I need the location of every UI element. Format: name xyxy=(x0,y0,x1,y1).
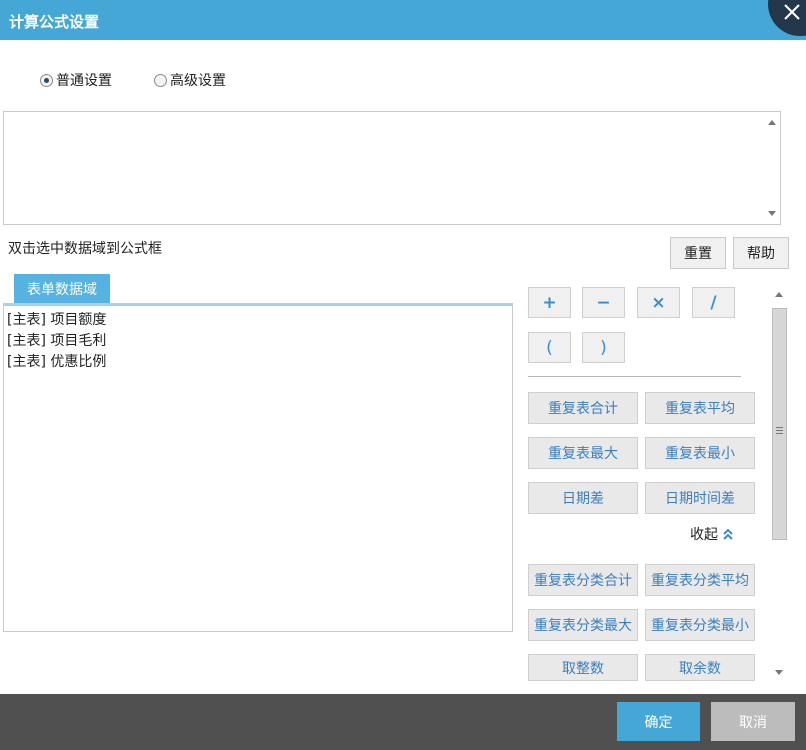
divider xyxy=(528,376,741,377)
dialog-title: 计算公式设置 xyxy=(9,13,100,31)
multiply-button[interactable]: × xyxy=(637,287,680,318)
fn-date-diff-button[interactable]: 日期差 xyxy=(528,482,638,514)
right-paren-button[interactable]: ) xyxy=(582,332,625,363)
mode-radio-group: 普通设置 高级设置 xyxy=(40,71,226,89)
radio-normal-label: 普通设置 xyxy=(56,73,112,89)
help-button[interactable]: 帮助 xyxy=(733,237,789,269)
fn-datetime-diff-button[interactable]: 日期时间差 xyxy=(645,482,755,514)
collapse-toggle[interactable]: 收起 xyxy=(690,524,734,544)
function-panel-scrollbar[interactable] xyxy=(769,288,789,681)
scroll-up-arrow-icon[interactable] xyxy=(775,292,783,297)
fn-remainder-button[interactable]: 取余数 xyxy=(645,654,755,681)
formula-scrollbar[interactable] xyxy=(763,112,780,224)
formula-settings-dialog: 计算公式设置 普通设置 高级设置 双击选中数据域到公式框 重置 帮助 表单数据域… xyxy=(0,0,806,750)
fn-repeat-sum-button[interactable]: 重复表合计 xyxy=(528,392,638,424)
chevron-double-up-icon xyxy=(723,528,733,540)
formula-textarea[interactable] xyxy=(3,111,781,225)
radio-unchecked-icon xyxy=(154,73,167,87)
scroll-up-arrow-icon[interactable] xyxy=(768,120,776,125)
list-item[interactable]: [主表] 项目毛利 xyxy=(7,331,509,352)
fn-repeat-max-button[interactable]: 重复表最大 xyxy=(528,437,638,469)
radio-advanced-label: 高级设置 xyxy=(170,73,226,89)
divide-button[interactable]: / xyxy=(692,287,735,318)
fn-integer-button[interactable]: 取整数 xyxy=(528,654,638,681)
collapse-label: 收起 xyxy=(690,527,718,543)
minus-button[interactable]: − xyxy=(582,287,625,318)
scroll-down-arrow-icon[interactable] xyxy=(775,670,783,675)
fn-repeat-group-sum-button[interactable]: 重复表分类合计 xyxy=(528,564,638,596)
plus-button[interactable]: + xyxy=(528,287,571,318)
ok-button[interactable]: 确定 xyxy=(617,702,700,741)
radio-advanced-settings[interactable]: 高级设置 xyxy=(154,70,226,90)
cancel-button[interactable]: 取消 xyxy=(711,702,795,741)
fn-repeat-group-avg-button[interactable]: 重复表分类平均 xyxy=(645,564,755,596)
radio-normal-settings[interactable]: 普通设置 xyxy=(40,70,112,90)
tab-form-data-fields[interactable]: 表单数据域 xyxy=(14,274,110,310)
title-bar: 计算公式设置 xyxy=(0,0,806,40)
hint-text: 双击选中数据域到公式框 xyxy=(8,241,162,257)
fn-repeat-min-button[interactable]: 重复表最小 xyxy=(645,437,755,469)
radio-checked-icon xyxy=(40,73,53,87)
scrollbar-thumb[interactable] xyxy=(772,308,787,540)
list-item[interactable]: [主表] 项目额度 xyxy=(7,310,509,331)
scroll-down-arrow-icon[interactable] xyxy=(768,211,776,216)
close-icon xyxy=(784,4,800,20)
fn-repeat-avg-button[interactable]: 重复表平均 xyxy=(645,392,755,424)
fn-repeat-group-min-button[interactable]: 重复表分类最小 xyxy=(645,609,755,641)
left-paren-button[interactable]: ( xyxy=(528,332,571,363)
list-item[interactable]: [主表] 优惠比例 xyxy=(7,352,509,373)
grip-icon xyxy=(776,427,783,436)
fn-repeat-group-max-button[interactable]: 重复表分类最大 xyxy=(528,609,638,641)
reset-button[interactable]: 重置 xyxy=(670,237,726,269)
field-list: [主表] 项目额度 [主表] 项目毛利 [主表] 优惠比例 xyxy=(3,306,513,632)
